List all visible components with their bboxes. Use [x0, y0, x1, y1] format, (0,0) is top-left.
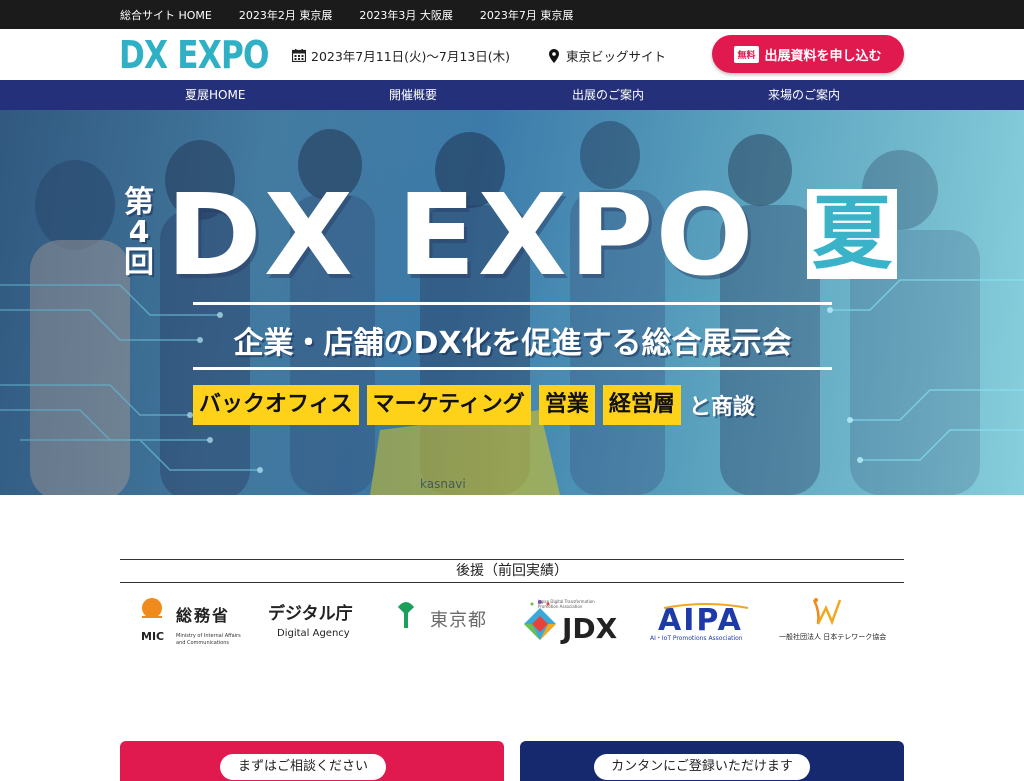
tokyo-name: 東京都 — [430, 610, 487, 631]
request-materials-label: 出展資料を申し込む — [764, 48, 882, 64]
event-date-text: 2023年7月11日(火)〜7月13日(木) — [311, 49, 511, 64]
hero-title: DX EXPO — [166, 171, 756, 301]
mic-en-line1: Ministry of Internal Affairs — [176, 633, 241, 639]
event-venue: 東京ビッグサイト — [549, 46, 666, 65]
consultation-pill: まずはご相談ください — [220, 754, 386, 780]
top-bar-links: 総合サイト HOME 2023年2月 東京展 2023年3月 大阪展 2023年… — [120, 0, 600, 29]
request-materials-button[interactable]: 無料 出展資料を申し込む — [712, 35, 904, 73]
mic-en-line2: and Communications — [176, 640, 229, 646]
hero-banner: kasnavi 第 4 回 DX EXPO 夏 企業・ — [0, 110, 1024, 495]
jdx-en-line2: Promotion Association — [538, 604, 583, 609]
main-nav: 夏展HOME 開催概要 出展のご案内 来場のご案内 — [0, 80, 1024, 110]
nav-item-visitor-info[interactable]: 来場のご案内 — [768, 80, 840, 110]
hero-rule-top — [193, 302, 832, 305]
digital-agency-en: Digital Agency — [277, 628, 350, 639]
map-pin-icon — [549, 48, 559, 63]
hero-summer-badge: 夏 — [807, 189, 897, 279]
nav-item-exhibit-info[interactable]: 出展のご案内 — [572, 80, 644, 110]
support-heading: 後援（前回実績） — [120, 559, 904, 583]
topbar-link-mar-osaka[interactable]: 2023年3月 大阪展 — [359, 7, 453, 23]
jdx-logo[interactable]: Japan Digital Transformation Promotion A… — [520, 594, 632, 650]
topbar-link-jul-tokyo[interactable]: 2023年7月 東京展 — [480, 7, 574, 23]
jdx-name: JDX — [560, 612, 618, 645]
calendar-icon — [291, 49, 307, 63]
tokyo-logo[interactable]: 東京都 — [394, 594, 508, 650]
hero-tag: 営業 — [538, 385, 595, 425]
hero-tag: バックオフィス — [193, 385, 359, 425]
hero-tags-suffix: と商談 — [688, 395, 755, 420]
nav-item-summer-home[interactable]: 夏展HOME — [185, 80, 245, 110]
logo-expo: EXPO — [177, 33, 269, 77]
site-header: DX EXPO 2023年7月11日(火)〜7月13日(木) 東京ビッグサイト … — [0, 29, 1024, 80]
hero-tags: バックオフィス マーケティング 営業 経営層 と商談 — [193, 385, 755, 425]
logo-dx: DX — [119, 33, 168, 77]
consultation-panel[interactable]: まずはご相談ください — [120, 741, 504, 781]
topbar-link-home[interactable]: 総合サイト HOME — [120, 7, 212, 23]
event-date: 2023年7月11日(火)〜7月13日(木) — [291, 46, 511, 65]
hero-tag: マーケティング — [366, 385, 531, 425]
registration-panel[interactable]: カンタンにご登録いただけます — [520, 741, 904, 781]
aipa-en: AI・IoT Promotions Association — [650, 635, 743, 642]
hero-edition-char: 回 — [124, 245, 154, 280]
free-badge: 無料 — [734, 45, 759, 63]
hero-edition-char: 第 — [124, 185, 154, 220]
hero-rule-bottom — [193, 367, 832, 370]
telework-name: 一般社団法人 日本テレワーク協会 — [779, 632, 886, 641]
hero-edition-char: 4 — [128, 215, 150, 250]
site-logo[interactable]: DX EXPO — [119, 34, 269, 76]
hero-edition-label: 第 4 回 — [121, 188, 157, 278]
digital-agency-name: デジタル庁 — [268, 603, 353, 624]
mic-name: 総務省 — [176, 606, 230, 625]
digital-agency-logo[interactable]: デジタル庁 Digital Agency — [266, 594, 378, 650]
support-logos: MIC 総務省 Ministry of Internal Affairs and… — [120, 594, 904, 650]
topbar-link-feb-tokyo[interactable]: 2023年2月 東京展 — [239, 7, 333, 23]
mic-abbr: MIC — [141, 630, 164, 643]
aipa-name: AIPA — [658, 603, 743, 638]
hero-tag: 経営層 — [602, 385, 681, 425]
aipa-logo[interactable]: AIPA AI・IoT Promotions Association — [648, 594, 768, 650]
telework-logo[interactable]: 一般社団法人 日本テレワーク協会 — [778, 594, 888, 650]
mic-logo[interactable]: MIC 総務省 Ministry of Internal Affairs and… — [140, 594, 250, 650]
event-venue-text: 東京ビッグサイト — [566, 49, 667, 64]
hero-subtitle: 企業・店舗のDX化を促進する総合展示会 — [233, 326, 792, 361]
nav-item-overview[interactable]: 開催概要 — [389, 80, 437, 110]
top-bar: 総合サイト HOME 2023年2月 東京展 2023年3月 大阪展 2023年… — [0, 0, 1024, 29]
registration-pill: カンタンにご登録いただけます — [594, 754, 810, 780]
